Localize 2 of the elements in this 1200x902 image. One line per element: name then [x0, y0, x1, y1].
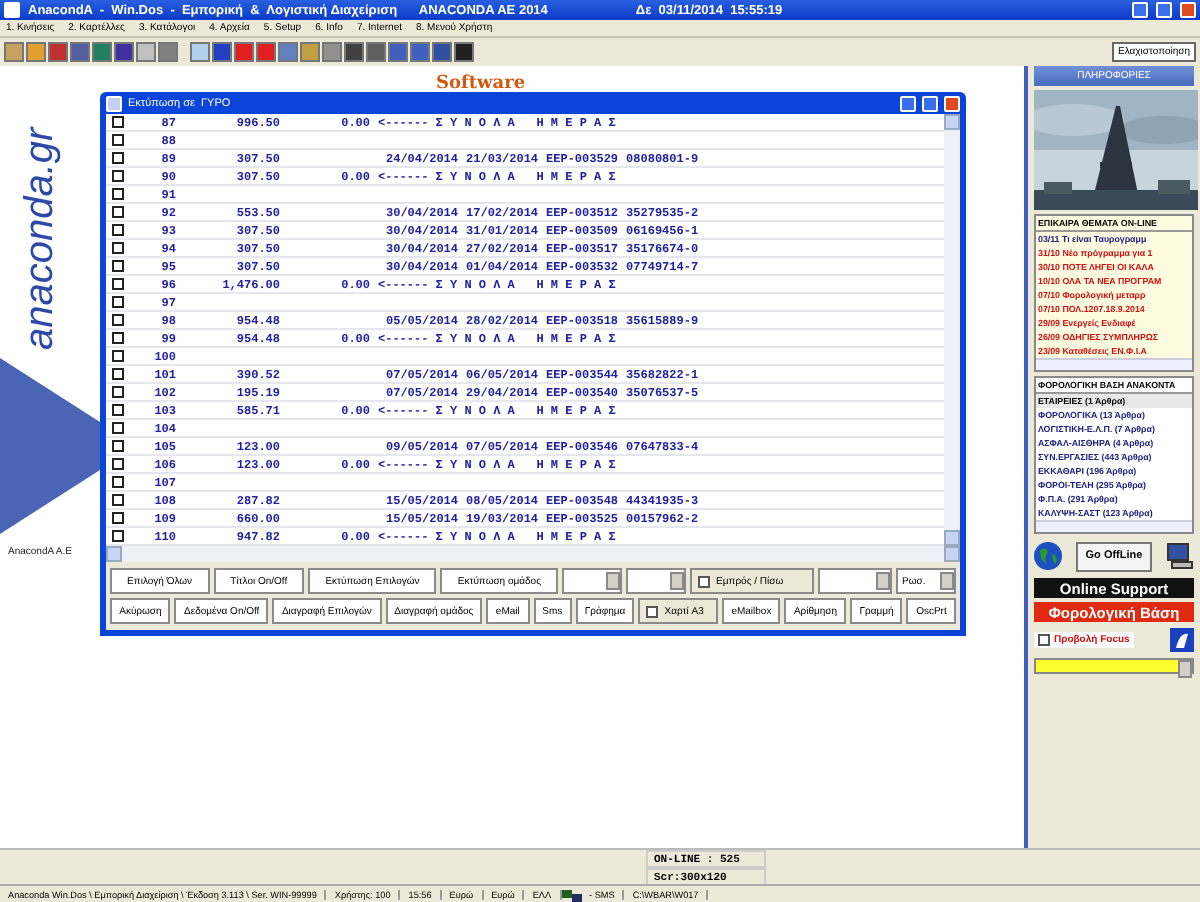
website-text: anaconda.gr: [16, 130, 64, 350]
logo: Software: [436, 74, 526, 94]
